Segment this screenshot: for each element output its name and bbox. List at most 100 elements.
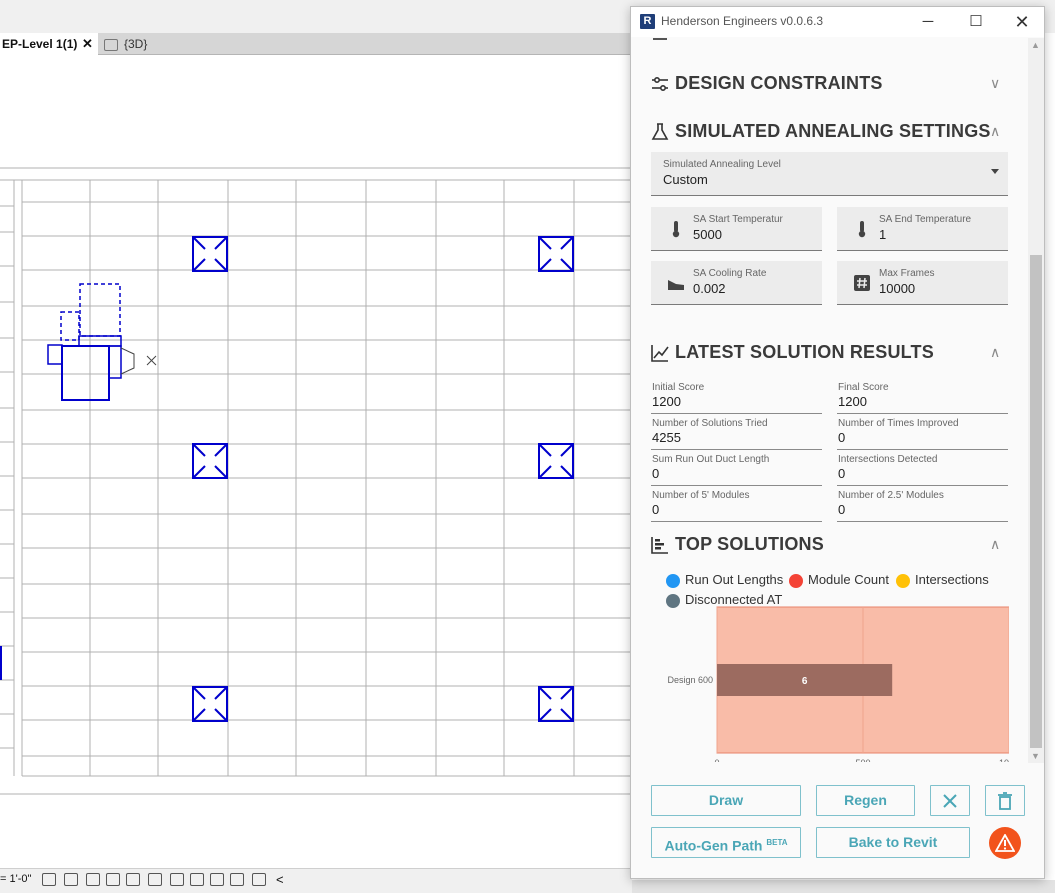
sa-cooling-rate-field[interactable]: SA Cooling Rate 0.002 (651, 261, 822, 305)
stat-value: 0 (838, 466, 846, 481)
line-chart-icon (651, 345, 669, 362)
auto-gen-path-button[interactable]: Auto-Gen Path BETA (651, 827, 801, 858)
stat-label: Final Score (838, 382, 889, 393)
visual-style-icon[interactable] (64, 873, 78, 886)
sun-path-icon[interactable] (86, 873, 100, 886)
field-value: 5000 (693, 227, 722, 242)
chevron-up-icon[interactable]: ∧ (990, 344, 1000, 361)
scroll-content[interactable]: DESIGN CONSTRAINTS ∨ SIMULATED ANNEALING… (631, 37, 1027, 762)
chevron-down-icon[interactable]: ∨ (990, 75, 1000, 92)
stat-label: Number of 5' Modules (652, 490, 750, 501)
revit-status-bar: = 1'-0" < (0, 868, 632, 893)
run-out-length-stat: Sum Run Out Duct Length 0 (651, 454, 822, 486)
section-design-constraints[interactable]: DESIGN CONSTRAINTS ∨ (651, 69, 1008, 99)
chevron-up-icon[interactable]: ∧ (990, 123, 1000, 140)
solutions-tried-stat: Number of Solutions Tried 4255 (651, 418, 822, 450)
scrollbar[interactable]: ▲ ▼ (1028, 38, 1044, 763)
crop-view-icon[interactable] (126, 873, 140, 886)
collapsed-section-icon (653, 37, 667, 43)
reveal-hidden-icon[interactable] (190, 873, 204, 886)
chart-x-tick-label: 1000 (999, 758, 1009, 762)
window-titlebar[interactable]: R Henderson Engineers v0.0.6.3 ─ ☐ ✕ (631, 7, 1044, 37)
regen-button[interactable]: Regen (816, 785, 915, 816)
revit-bottom-strip (632, 880, 1055, 893)
close-window-button[interactable]: ✕ (999, 10, 1044, 34)
section-latest-results[interactable]: LATEST SOLUTION RESULTS ∧ (651, 338, 1008, 368)
tab-3d[interactable]: {3D} (100, 33, 147, 55)
scroll-up-arrow-icon[interactable]: ▲ (1031, 40, 1040, 50)
sa-level-value: Custom (663, 172, 708, 187)
legend-dot (896, 574, 910, 588)
highlight-displacement-icon[interactable] (252, 873, 266, 886)
auto-gen-label: Auto-Gen Path (664, 837, 763, 854)
intersections-stat: Intersections Detected 0 (837, 454, 1008, 486)
sliders-icon (652, 76, 668, 92)
times-improved-stat: Number of Times Improved 0 (837, 418, 1008, 450)
field-label: SA Cooling Rate (693, 268, 767, 279)
temporary-hide-icon[interactable] (170, 873, 184, 886)
field-value: 0.002 (693, 281, 726, 296)
field-value: 10000 (879, 281, 916, 296)
sa-level-label: Simulated Annealing Level (663, 159, 781, 170)
stat-label: Number of Solutions Tried (652, 418, 768, 429)
trending-down-icon (668, 280, 684, 290)
chevron-up-icon[interactable]: ∧ (990, 536, 1000, 553)
temporary-view-properties-icon[interactable] (210, 873, 224, 886)
stat-value: 0 (838, 502, 846, 517)
bar-chart-icon (651, 537, 668, 554)
section-top-solutions[interactable]: TOP SOLUTIONS ∧ (651, 530, 1008, 560)
field-label: Max Frames (879, 268, 935, 279)
drawing-canvas[interactable] (0, 56, 632, 868)
flask-icon (651, 123, 669, 140)
section-title: DESIGN CONSTRAINTS (675, 73, 883, 93)
delete-button[interactable] (985, 785, 1025, 816)
action-footer: Draw Regen Auto-Gen Path BETA Bake to Re… (631, 763, 1044, 878)
bake-to-revit-button[interactable]: Bake to Revit (816, 827, 970, 858)
section-title: TOP SOLUTIONS (675, 534, 824, 554)
stat-label: Number of Times Improved (838, 418, 959, 429)
sa-start-temp-field[interactable]: SA Start Temperatur 5000 (651, 207, 822, 251)
legend-dot (666, 574, 680, 588)
legend-dot (789, 574, 803, 588)
henderson-plugin-window: R Henderson Engineers v0.0.6.3 ─ ☐ ✕ DES… (630, 6, 1045, 879)
sa-level-select[interactable]: Simulated Annealing Level Custom (651, 152, 1008, 196)
sa-end-temp-field[interactable]: SA End Temperature 1 (837, 207, 1008, 251)
window-title: Henderson Engineers v0.0.6.3 (661, 14, 824, 28)
scroll-down-arrow-icon[interactable]: ▼ (1031, 751, 1040, 761)
show-crop-icon[interactable] (148, 873, 162, 886)
legend-label: Run Out Lengths (685, 572, 784, 587)
beta-badge: BETA (766, 838, 788, 847)
close-tab-icon[interactable]: ✕ (82, 33, 93, 55)
chart-category-label: Design 600 (667, 675, 713, 685)
detail-level-icon[interactable] (42, 873, 56, 886)
minimize-button[interactable]: ─ (905, 10, 951, 34)
field-label: SA Start Temperatur (693, 214, 783, 225)
collapse-icon[interactable]: < (276, 872, 284, 887)
draw-button[interactable]: Draw (651, 785, 801, 816)
tab-ep-level-1[interactable]: EP-Level 1(1) ✕ (0, 33, 98, 55)
maximize-button[interactable]: ☐ (953, 10, 999, 34)
section-title: SIMULATED ANNEALING SETTINGS (675, 121, 991, 141)
stat-value: 4255 (652, 430, 681, 445)
floor-plan-drawing (0, 167, 632, 795)
warning-button[interactable] (989, 827, 1021, 859)
stat-value: 0 (652, 466, 660, 481)
shadows-icon[interactable] (106, 873, 120, 886)
five-foot-modules-stat: Number of 5' Modules 0 (651, 490, 822, 522)
max-frames-field[interactable]: Max Frames 10000 (837, 261, 1008, 305)
app-logo-icon: R (640, 14, 655, 29)
view-scale[interactable]: = 1'-0" (0, 873, 31, 885)
hash-icon (854, 275, 870, 291)
stat-label: Initial Score (652, 382, 705, 393)
legend-label: Intersections (915, 572, 989, 587)
clear-button[interactable] (930, 785, 970, 816)
stat-value: 1200 (652, 394, 681, 409)
analytical-model-icon[interactable] (230, 873, 244, 886)
stat-value: 0 (838, 430, 846, 445)
scrollbar-thumb[interactable] (1030, 255, 1042, 748)
section-sa-settings[interactable]: SIMULATED ANNEALING SETTINGS ∧ (651, 117, 1008, 147)
field-value: 1 (879, 227, 887, 242)
stat-value: 1200 (838, 394, 867, 409)
initial-score-stat: Initial Score 1200 (651, 382, 822, 414)
stat-label: Sum Run Out Duct Length (652, 454, 770, 465)
